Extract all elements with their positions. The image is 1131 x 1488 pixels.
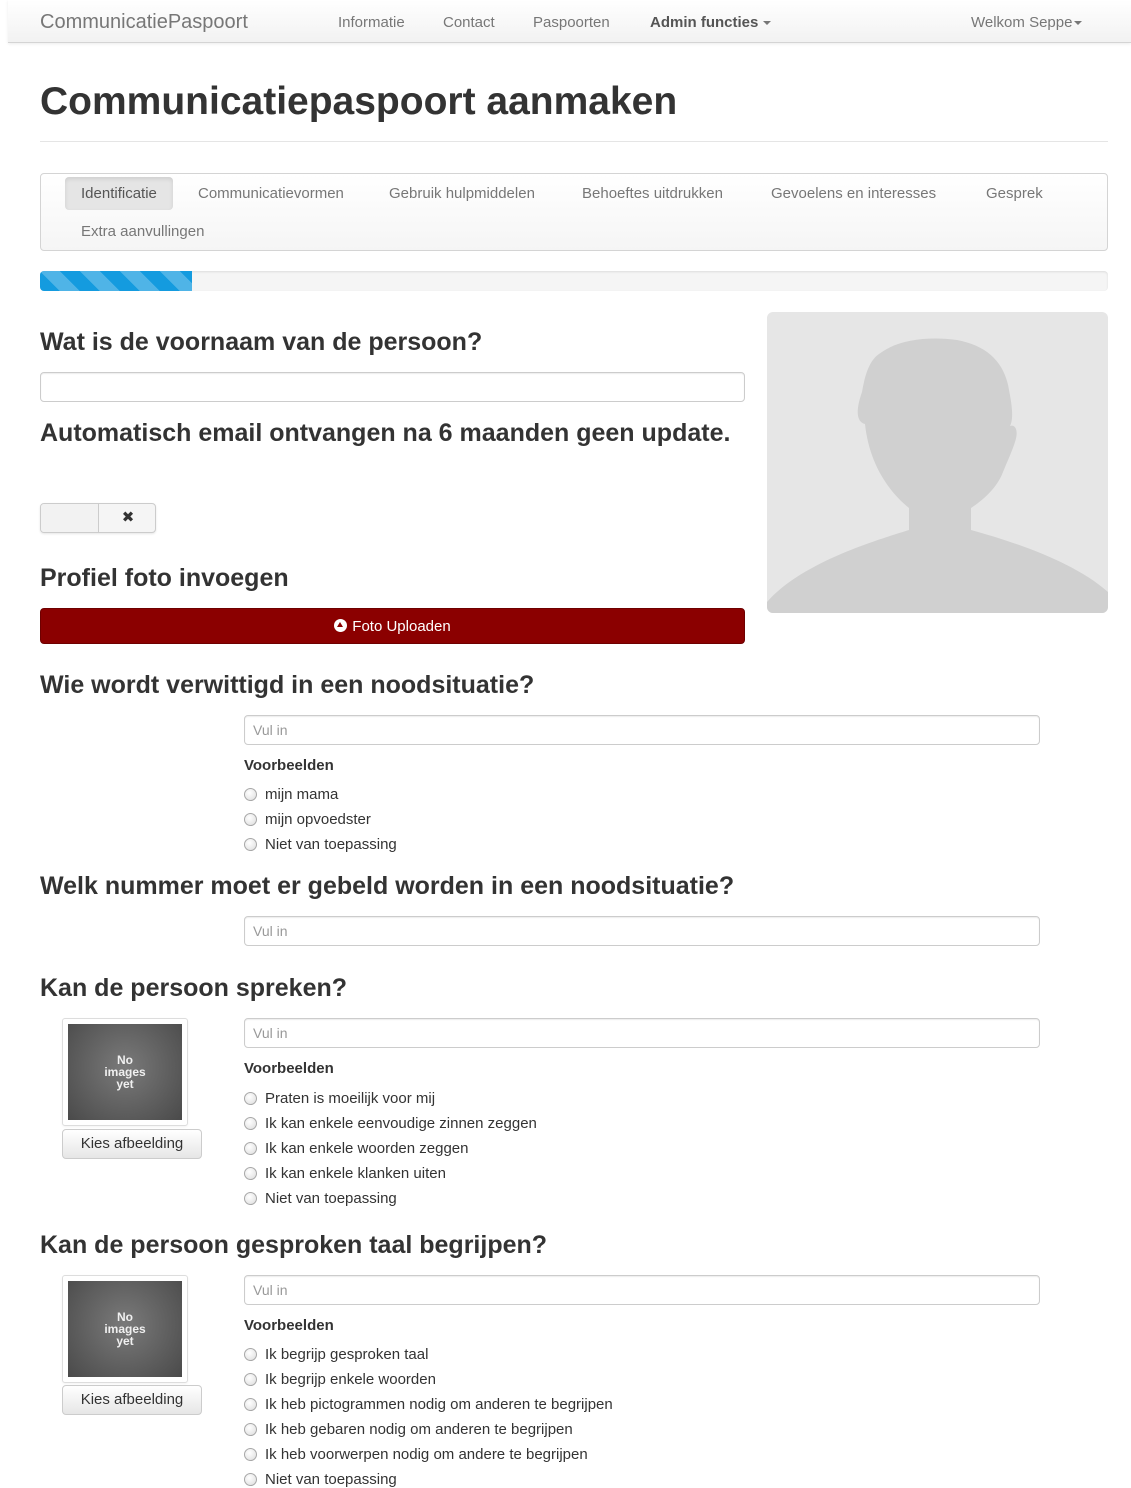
radio-option[interactable]: Ik begrijp gesproken taal — [244, 1345, 428, 1365]
question-emergency-number: Welk nummer moet er gebeld worden in een… — [40, 872, 735, 900]
radio-option[interactable]: Ik heb voorwerpen nodig om andere te beg… — [244, 1445, 588, 1465]
radio-button[interactable] — [244, 1448, 257, 1461]
radio-button[interactable] — [244, 1348, 257, 1361]
radio-option[interactable]: Niet van toepassing — [244, 1470, 397, 1488]
tab-communicatievormen[interactable]: Communicatievormen — [182, 177, 360, 210]
nav-paspoorten[interactable]: Paspoorten — [533, 14, 610, 31]
user-welcome-label: Welkom Seppe — [971, 14, 1073, 31]
radio-option[interactable]: Niet van toepassing — [244, 1189, 397, 1209]
nav-informatie[interactable]: Informatie — [338, 14, 405, 31]
no-image-text: yet — [116, 1077, 134, 1091]
radio-label: Ik heb gebaren nodig om anderen te begri… — [265, 1421, 573, 1438]
radio-button[interactable] — [244, 1167, 257, 1180]
question-profile-photo: Profiel foto invoegen — [40, 564, 289, 592]
can-speak-input[interactable] — [244, 1018, 1040, 1048]
understand-language-input[interactable] — [244, 1275, 1040, 1305]
question-can-speak: Kan de persoon spreken? — [40, 974, 348, 1002]
radio-button[interactable] — [244, 1373, 257, 1386]
radio-option[interactable]: Ik kan enkele klanken uiten — [244, 1164, 446, 1184]
radio-button[interactable] — [244, 1192, 257, 1205]
nav-admin-label: Admin functies — [650, 14, 759, 31]
no-image-placeholder: No images yet — [68, 1024, 182, 1120]
radio-label: Ik kan enkele klanken uiten — [265, 1165, 446, 1182]
radio-button[interactable] — [244, 1398, 257, 1411]
radio-button[interactable] — [244, 838, 257, 851]
radio-label: Ik heb voorwerpen nodig om andere te beg… — [265, 1446, 588, 1463]
person-silhouette-icon — [767, 338, 1108, 613]
radio-option[interactable]: Niet van toepassing — [244, 835, 397, 855]
title-divider — [40, 141, 1108, 142]
progress-bar-track — [40, 271, 1108, 291]
question-auto-email: Automatisch email ontvangen na 6 maanden… — [40, 419, 731, 447]
brand-link[interactable]: CommunicatiePaspoort — [40, 11, 248, 34]
question-understand-language: Kan de persoon gesproken taal begrijpen? — [40, 1231, 548, 1259]
radio-option[interactable]: mijn mama — [244, 785, 338, 805]
no-image-placeholder: No images yet — [68, 1281, 182, 1377]
examples-label: Voorbeelden — [244, 757, 334, 774]
radio-label: Niet van toepassing — [265, 1190, 397, 1207]
tab-gebruik-hulpmiddelen[interactable]: Gebruik hulpmiddelen — [373, 177, 551, 210]
radio-button[interactable] — [244, 1423, 257, 1436]
radio-button[interactable] — [244, 1092, 257, 1105]
radio-button[interactable] — [244, 1473, 257, 1486]
no-image-text: yet — [116, 1334, 134, 1348]
tab-behoeftes-uitdrukken[interactable]: Behoeftes uitdrukken — [566, 177, 739, 210]
radio-label: Praten is moeilijk voor mij — [265, 1090, 436, 1107]
first-name-input[interactable] — [40, 372, 745, 402]
user-dropdown[interactable]: Welkom Seppe — [971, 14, 1083, 31]
image-thumbnail: No images yet — [62, 1018, 188, 1126]
progress-bar-fill — [40, 271, 192, 291]
tab-extra-aanvullingen[interactable]: Extra aanvullingen — [65, 215, 220, 248]
emergency-contact-input[interactable] — [244, 715, 1040, 745]
caret-down-icon — [1074, 21, 1083, 26]
emergency-number-input[interactable] — [244, 916, 1040, 946]
radio-option[interactable]: Ik heb pictogrammen nodig om anderen te … — [244, 1395, 613, 1415]
tab-gevoelens-en-interesses[interactable]: Gevoelens en interesses — [755, 177, 952, 210]
top-navbar: CommunicatiePaspoort Informatie Contact … — [8, 0, 1131, 43]
close-icon: ✖ — [121, 509, 135, 526]
caret-down-icon — [763, 21, 772, 26]
radio-label: mijn mama — [265, 786, 339, 803]
examples-label: Voorbeelden — [244, 1060, 334, 1077]
question-first-name: Wat is de voornaam van de persoon? — [40, 328, 483, 356]
upload-photo-button[interactable]: Foto Uploaden — [40, 608, 745, 644]
nav-admin-dropdown[interactable]: Admin functies — [650, 14, 772, 31]
examples-label: Voorbeelden — [244, 1317, 334, 1334]
radio-option[interactable]: Ik begrijp enkele woorden — [244, 1370, 436, 1390]
choose-image-button[interactable]: Kies afbeelding — [62, 1385, 202, 1415]
toggle-handle — [41, 504, 99, 532]
page-title: Communicatiepaspoort aanmaken — [40, 80, 678, 123]
section-tabs: Identificatie Communicatievormen Gebruik… — [40, 173, 1108, 251]
upload-circle-icon — [334, 619, 348, 632]
radio-label: Ik heb pictogrammen nodig om anderen te … — [265, 1396, 613, 1413]
radio-label: Ik begrijp gesproken taal — [265, 1346, 429, 1363]
question-emergency-contact: Wie wordt verwittigd in een noodsituatie… — [40, 671, 535, 699]
radio-button[interactable] — [244, 1142, 257, 1155]
radio-label: Niet van toepassing — [265, 1471, 397, 1488]
tab-gesprek[interactable]: Gesprek — [970, 177, 1059, 210]
choose-image-button[interactable]: Kies afbeelding — [62, 1129, 202, 1159]
profile-photo-placeholder — [767, 312, 1108, 613]
auto-email-toggle[interactable]: ✖ — [40, 503, 156, 533]
radio-label: Ik kan enkele eenvoudige zinnen zeggen — [265, 1115, 537, 1132]
image-thumbnail: No images yet — [62, 1275, 188, 1383]
nav-contact[interactable]: Contact — [443, 14, 495, 31]
radio-label: Ik kan enkele woorden zeggen — [265, 1140, 469, 1157]
radio-option[interactable]: Ik kan enkele woorden zeggen — [244, 1139, 468, 1159]
radio-button[interactable] — [244, 813, 257, 826]
radio-button[interactable] — [244, 788, 257, 801]
radio-label: Ik begrijp enkele woorden — [265, 1371, 436, 1388]
radio-button[interactable] — [244, 1117, 257, 1130]
radio-option[interactable]: Ik heb gebaren nodig om anderen te begri… — [244, 1420, 573, 1440]
upload-photo-label: Foto Uploaden — [352, 618, 451, 635]
radio-option[interactable]: mijn opvoedster — [244, 810, 371, 830]
radio-label: mijn opvoedster — [265, 811, 371, 828]
radio-label: Niet van toepassing — [265, 836, 397, 853]
tab-identificatie[interactable]: Identificatie — [65, 177, 173, 210]
radio-option[interactable]: Ik kan enkele eenvoudige zinnen zeggen — [244, 1114, 537, 1134]
radio-option[interactable]: Praten is moeilijk voor mij — [244, 1089, 435, 1109]
